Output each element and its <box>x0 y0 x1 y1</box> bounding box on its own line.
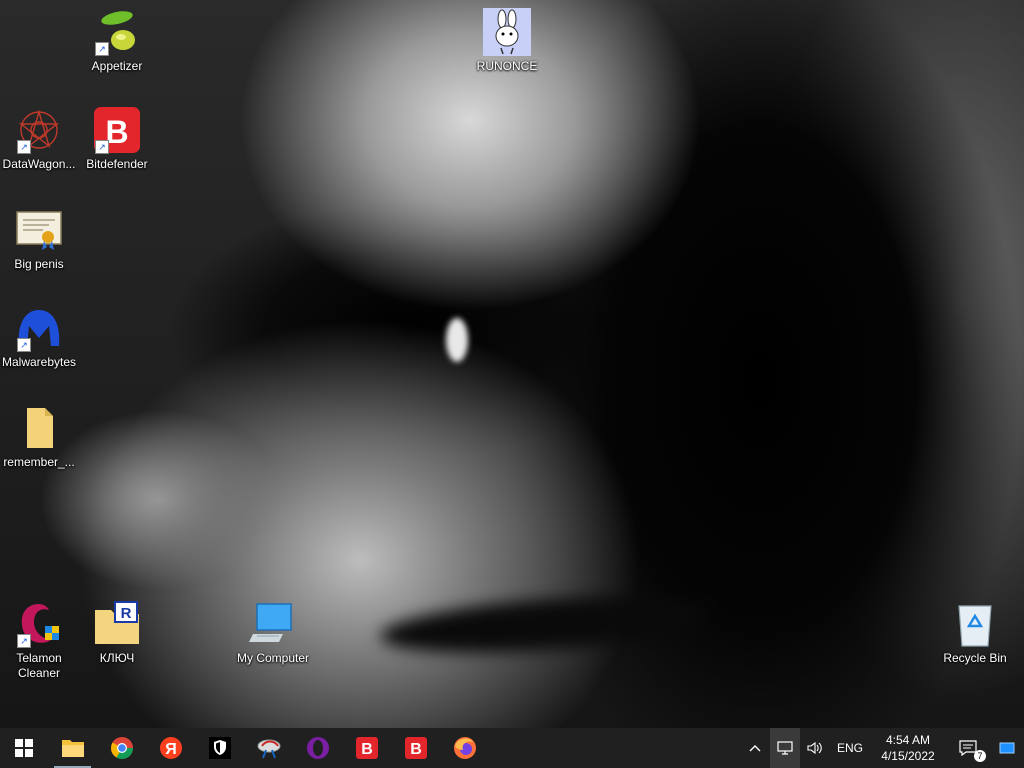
appetizer-icon: ↗ <box>93 8 141 56</box>
taskbar-network-tool[interactable] <box>244 728 293 768</box>
svg-text:Я: Я <box>165 741 177 758</box>
shortcut-arrow-icon: ↗ <box>95 42 109 56</box>
shortcut-arrow-icon: ↗ <box>17 140 31 154</box>
taskbar-bitdefender-1[interactable]: B <box>342 728 391 768</box>
wallpaper-highlight <box>446 318 468 362</box>
desktop-icon-runonce[interactable]: RUNONCE <box>468 8 546 74</box>
desktop-icon-label: DataWagon... <box>2 157 76 171</box>
shortcut-arrow-icon: ↗ <box>95 140 109 154</box>
notification-count-badge: 7 <box>974 750 986 762</box>
desktop-icon-label: My Computer <box>236 651 310 665</box>
desktop-icon-appetizer[interactable]: ↗ Appetizer <box>78 8 156 74</box>
chevron-up-icon <box>749 745 761 752</box>
taskbar-firefox[interactable] <box>440 728 489 768</box>
opera-icon <box>306 737 329 759</box>
network-monitor-icon <box>777 741 793 755</box>
taskbar-security-app[interactable] <box>195 728 244 768</box>
malwarebytes-icon: ↗ <box>15 304 63 352</box>
taskbar-chrome[interactable] <box>97 728 146 768</box>
desktop-peek-button[interactable] <box>990 728 1024 768</box>
svg-text:B: B <box>361 741 373 758</box>
bunny-icon <box>483 8 531 56</box>
document-file-icon <box>15 404 63 452</box>
file-explorer-icon <box>61 740 84 757</box>
volume-button[interactable] <box>800 728 830 768</box>
winrar-folder-icon: R <box>93 600 141 648</box>
taskbar-file-explorer[interactable] <box>48 728 97 768</box>
network-tool-icon <box>257 739 280 759</box>
desktop-icon-certificate[interactable]: Big penis <box>0 206 78 272</box>
taskbar-bitdefender-2[interactable]: B <box>391 728 440 768</box>
desktop-icon-kluch-folder[interactable]: R КЛЮЧ <box>78 600 156 666</box>
svg-text:R: R <box>121 605 132 622</box>
desktop-icon-telamon-cleaner[interactable]: ↗ Telamon Cleaner <box>0 600 78 681</box>
telamon-cleaner-icon: ↗ <box>15 600 63 648</box>
desktop-icon-label: Bitdefender <box>86 157 148 171</box>
desktop-icon-label: remember_... <box>3 455 75 469</box>
datawagon-icon: ↗ <box>15 106 63 154</box>
svg-text:B: B <box>410 741 422 758</box>
shortcut-arrow-icon: ↗ <box>17 338 31 352</box>
shortcut-arrow-icon: ↗ <box>17 634 31 648</box>
security-shield-icon <box>208 737 231 759</box>
network-status-button[interactable] <box>770 728 800 768</box>
input-language-button[interactable]: ENG <box>830 728 870 768</box>
desktop-icon-label: КЛЮЧ <box>99 651 135 665</box>
bitdefender-icon: B ↗ <box>93 106 141 154</box>
speaker-icon <box>807 741 822 755</box>
start-button[interactable] <box>0 728 48 768</box>
desktop-icon-bitdefender[interactable]: B ↗ Bitdefender <box>78 106 156 172</box>
taskbar-yandex-browser[interactable]: Я <box>146 728 195 768</box>
clock-date: 4/15/2022 <box>881 749 935 763</box>
action-center-button[interactable]: 7 <box>946 728 990 768</box>
wallpaper-shadow <box>378 588 712 662</box>
desktop-icon-recycle-bin[interactable]: Recycle Bin <box>936 600 1014 666</box>
certificate-icon <box>15 206 63 254</box>
computer-icon <box>249 600 297 648</box>
desktop-icon-label: Big penis <box>14 257 64 271</box>
system-tray: ENG 4:54 AM 4/15/2022 7 <box>740 728 1024 768</box>
firefox-icon <box>453 737 476 759</box>
yandex-browser-icon: Я <box>159 737 182 759</box>
taskbar-opera[interactable] <box>293 728 342 768</box>
clock-button[interactable]: 4:54 AM 4/15/2022 <box>870 728 946 768</box>
desktop-icon-my-computer[interactable]: My Computer <box>234 600 312 666</box>
desktop-icon-label: Appetizer <box>91 59 143 73</box>
desktop-icon-remember-file[interactable]: remember_... <box>0 404 78 470</box>
bitdefender-icon: B <box>404 737 427 759</box>
desktop-icon-malwarebytes[interactable]: ↗ Malwarebytes <box>0 304 78 370</box>
desktop-icon-datawagon[interactable]: ↗ DataWagon... <box>0 106 78 172</box>
windows-logo-icon <box>15 739 33 757</box>
taskbar: Я B B ENG 4:54 AM 4/15/2022 7 <box>0 728 1024 768</box>
chrome-icon <box>110 737 133 759</box>
recycle-bin-icon <box>951 600 999 648</box>
desktop-icon-label: Telamon Cleaner <box>16 651 62 680</box>
bitdefender-icon: B <box>355 737 378 759</box>
desktop-icon-label: RUNONCE <box>476 59 538 73</box>
desktop-icon-label: Recycle Bin <box>943 651 1007 665</box>
desktop-screen-icon <box>999 742 1015 754</box>
clock-time: 4:54 AM <box>885 733 931 747</box>
desktop-icon-label: Malwarebytes <box>1 355 77 369</box>
show-hidden-icons-button[interactable] <box>740 728 770 768</box>
